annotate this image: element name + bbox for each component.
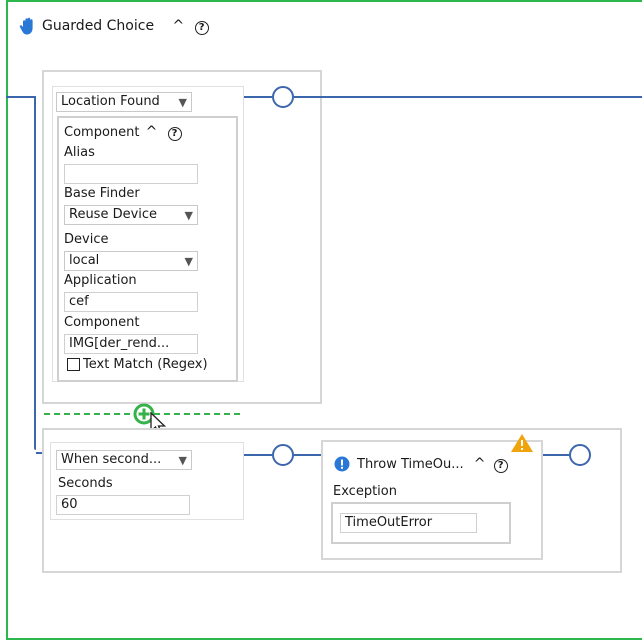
warning-icon bbox=[511, 434, 533, 452]
seconds-input[interactable]: 60 bbox=[56, 495, 190, 515]
branch-rail bbox=[34, 96, 36, 450]
guarded-choice-title: Guarded Choice ^ ? bbox=[42, 18, 209, 35]
exception-input[interactable]: TimeOutError bbox=[340, 513, 477, 533]
help-icon[interactable]: ? bbox=[493, 459, 508, 473]
collapse-caret-icon[interactable]: ^ bbox=[173, 18, 185, 34]
device-label: Device bbox=[64, 232, 109, 247]
chevron-down-icon: ▼ bbox=[184, 255, 193, 268]
connector-line bbox=[244, 454, 272, 456]
base-finder-select[interactable]: Reuse Device ▼ bbox=[64, 205, 198, 225]
connector-node[interactable] bbox=[272, 86, 294, 108]
text-match-label: Text Match (Regex) bbox=[83, 357, 208, 372]
application-input[interactable]: cef bbox=[64, 292, 198, 312]
condition-select-value: When second... bbox=[61, 452, 162, 467]
info-icon bbox=[334, 456, 350, 472]
connector-line bbox=[244, 96, 272, 98]
chevron-down-icon: ▼ bbox=[178, 454, 187, 467]
help-icon[interactable]: ? bbox=[194, 21, 209, 35]
collapse-caret-icon[interactable]: ^ bbox=[474, 456, 486, 472]
hand-icon bbox=[19, 17, 33, 35]
component-label: Component bbox=[64, 315, 140, 330]
component-header: Component ^ ? bbox=[64, 124, 182, 141]
guarded-choice-label: Guarded Choice bbox=[42, 18, 155, 34]
component-title: Component bbox=[64, 125, 140, 140]
seconds-label: Seconds bbox=[58, 476, 113, 491]
connector-line bbox=[6, 96, 36, 98]
help-icon[interactable]: ? bbox=[167, 127, 182, 141]
device-select[interactable]: local ▼ bbox=[64, 251, 198, 271]
chevron-down-icon: ▼ bbox=[184, 209, 193, 222]
connector-node[interactable] bbox=[272, 444, 294, 466]
component-input[interactable]: IMG[der_rend... bbox=[64, 334, 198, 354]
condition-select[interactable]: Location Found ▼ bbox=[56, 92, 192, 112]
collapse-caret-icon[interactable]: ^ bbox=[146, 124, 158, 140]
connector-node[interactable] bbox=[569, 444, 591, 466]
alias-label: Alias bbox=[64, 145, 95, 160]
condition-select[interactable]: When second... ▼ bbox=[56, 450, 192, 470]
connector-line bbox=[294, 454, 322, 456]
device-value: local bbox=[69, 253, 100, 268]
throw-header: Throw TimeOu... ^ ? bbox=[357, 456, 508, 473]
exception-label: Exception bbox=[333, 484, 397, 499]
base-finder-value: Reuse Device bbox=[69, 207, 158, 222]
connector-line bbox=[294, 96, 642, 98]
throw-title: Throw TimeOu... bbox=[357, 457, 464, 472]
application-label: Application bbox=[64, 273, 137, 288]
condition-select-value: Location Found bbox=[61, 94, 160, 109]
connector-line bbox=[543, 454, 569, 456]
alias-input[interactable] bbox=[64, 164, 198, 184]
text-match-checkbox[interactable] bbox=[67, 358, 80, 371]
base-finder-label: Base Finder bbox=[64, 186, 140, 201]
chevron-down-icon: ▼ bbox=[178, 96, 187, 109]
